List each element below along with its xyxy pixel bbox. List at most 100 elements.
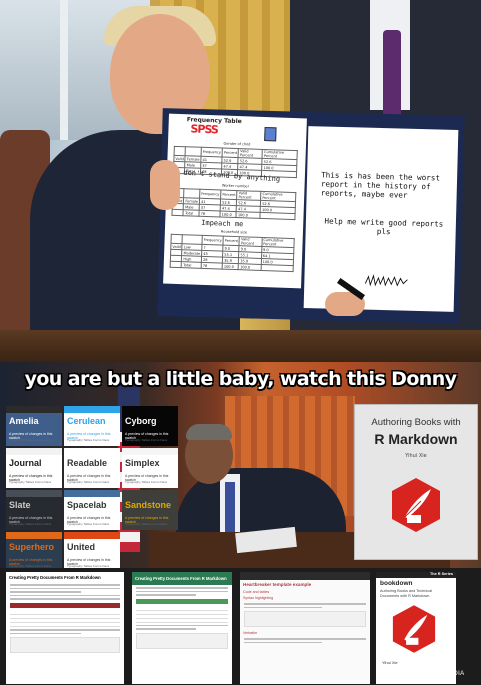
table-1-cell	[174, 146, 186, 156]
rmarkdown-book-cover: Authoring Books with R Markdown Yihui Xi…	[354, 404, 478, 560]
signature-icon	[364, 274, 408, 287]
book-author: Yihui Xie	[405, 453, 427, 459]
heartbreaker-screenshot: Heartbreaker template example Code and t…	[240, 572, 370, 684]
document-icon	[264, 126, 277, 142]
table-3-cell	[170, 234, 183, 244]
table-2-cell	[260, 212, 296, 220]
theme-name: Journal	[9, 458, 42, 468]
theme-navbar	[64, 448, 120, 455]
handwritten-impeach: Impeach me	[201, 218, 244, 229]
order-sheet: This is has been the worst report in the…	[303, 126, 459, 312]
table-2-cell: Valid Percent	[236, 190, 262, 201]
table-2-cell	[171, 209, 184, 216]
theme-name: Slate	[9, 500, 31, 510]
theme-navbar	[122, 490, 178, 497]
bookdown-subtitle: Authoring Books and Technical Documents …	[380, 589, 433, 598]
theme-navbar	[122, 406, 178, 413]
theme-links: Typography Tables Forms Navs	[9, 522, 52, 526]
frequency-table-3: Frequency Percent Valid Percent Cumulative …	[170, 234, 295, 272]
doc-3-title: Heartbreaker template example	[243, 582, 312, 587]
table-3-cell: 100.0	[238, 263, 262, 271]
theme-links: Typography Tables Forms Navs	[125, 438, 168, 442]
theme-links: Typography Tables Forms Navs	[125, 480, 168, 484]
doc-3-section-verbatim: Verbatim	[243, 631, 258, 636]
theme-swatch-simplex: Simplex A preview of changes in this swat…	[122, 448, 178, 488]
middle-photo-panel: Amelia A preview of changes in this swatc…	[0, 362, 481, 568]
table-2-cell: 100.0	[236, 211, 261, 219]
bookdown-title: bookdown	[380, 580, 413, 587]
theme-name: Amelia	[9, 416, 39, 426]
feather-hex-icon	[392, 478, 440, 532]
table-3-cell: 78	[201, 262, 223, 270]
theme-name: Simplex	[125, 458, 160, 468]
theme-name: Cyborg	[125, 416, 157, 426]
theme-navbar	[64, 490, 120, 497]
feather-hex-icon-small	[392, 605, 436, 653]
doc-1-code-block	[10, 637, 120, 654]
theme-name: Readable	[67, 458, 108, 468]
theme-name: Sandstone	[125, 500, 172, 510]
doc-3-section-syntax: Syntax highlighting	[243, 596, 274, 600]
theme-swatch-cyborg: Cyborg A preview of changes in this swatc…	[122, 406, 178, 446]
doc-2-title: Creating Pretty Documents From R Markdow…	[132, 572, 232, 585]
theme-name: United	[67, 542, 95, 552]
meme-page: Frequency Table SPSS Gender of child Fre…	[0, 0, 481, 685]
doc-3-topbar	[240, 572, 370, 580]
theme-swatch-sandstone: Sandstone A preview of changes in this sw…	[122, 490, 178, 530]
table-3-cell	[170, 261, 182, 268]
theme-swatch-journal: Journal A preview of changes in this swat…	[6, 448, 62, 488]
bookdown-author: Yihui Xie	[382, 660, 398, 665]
prettydoc-screenshot-2: Creating Pretty Documents From R Markdow…	[132, 572, 232, 684]
doc-3-code-block	[244, 611, 366, 628]
theme-navbar	[6, 490, 62, 497]
theme-name: Cerulean	[67, 416, 106, 426]
reuters-watermark: REUTERS MEDIA EXPRESS	[410, 671, 465, 683]
left-hand	[150, 160, 180, 210]
table-3-cell: Total	[181, 261, 202, 269]
help-me-note: Help me write good reports pls	[324, 216, 444, 237]
theme-links: Typography Tables Forms Navs	[9, 438, 52, 442]
table-3-cell	[260, 264, 294, 272]
spss-output-sheet: Frequency Table SPSS Gender of child Fre…	[163, 113, 307, 289]
theme-links: Typography Tables Forms Navs	[67, 522, 110, 526]
table-2-cell: Total	[183, 209, 200, 217]
bottom-documents-panel: Creating Pretty Documents From R Markdow…	[0, 568, 481, 685]
meme-caption: you are but a little baby, watch this Do…	[24, 368, 457, 390]
book-series: The R Series	[429, 572, 453, 576]
top-photo-panel: Frequency Table SPSS Gender of child Fre…	[0, 0, 481, 362]
theme-links: Typography Tables Forms Navs	[9, 480, 52, 484]
theme-swatch-superhero: Superhero A preview of changes in this sw…	[6, 532, 62, 568]
doc-2-table-header	[136, 598, 228, 604]
desk	[0, 330, 481, 362]
theme-swatch-readable: Readable A preview of changes in this swa…	[64, 448, 120, 488]
spss-logo: SPSS	[190, 122, 219, 137]
theme-name: Superhero	[9, 542, 55, 552]
table-2-cell: 100.0	[220, 210, 237, 218]
frequency-table-2: Frequency Percent Valid Percent Cumulative …	[171, 188, 296, 220]
theme-swatch-amelia: Amelia A preview of changes in this swatc…	[6, 406, 62, 446]
book-title-line-1: Authoring Books with	[371, 417, 461, 428]
theme-swatch-cerulean: Cerulean A preview of changes in this swa…	[64, 406, 120, 446]
theme-navbar	[6, 532, 62, 539]
theme-navbar	[64, 532, 120, 539]
theme-links: Typography Tables Forms Navs	[125, 522, 168, 526]
table-3-cell: 100.0	[222, 263, 239, 270]
doc-1-table-header	[10, 602, 120, 608]
worst-report-note: This is has been the worst report in the…	[320, 170, 441, 200]
doc-2-code-block	[136, 632, 228, 649]
table-3-cell: Valid Percent	[239, 236, 262, 247]
signing-person-hair	[186, 424, 232, 440]
table-1-cell: Valid Percent	[238, 148, 263, 159]
theme-swatch-united: United A preview of changes in this swatc…	[64, 532, 120, 568]
table-2-cell: 78	[199, 210, 221, 217]
bookdown-cover: The R Series bookdown Authoring Books an…	[376, 572, 456, 684]
theme-swatch-slate: Slate A preview of changes in this swatch…	[6, 490, 62, 530]
book-title-line-2: R Markdown	[374, 431, 458, 447]
theme-links: Typography Tables Forms Navs	[67, 438, 110, 442]
prettydoc-screenshot-1: Creating Pretty Documents From R Markdow…	[6, 572, 124, 684]
theme-name: Spacelab	[67, 500, 107, 510]
theme-links: Typography Tables Forms Navs	[67, 480, 110, 484]
signing-person-tie	[225, 482, 235, 532]
theme-navbar	[64, 406, 120, 413]
doc-1-title: Creating Pretty Documents From R Markdow…	[9, 575, 101, 580]
